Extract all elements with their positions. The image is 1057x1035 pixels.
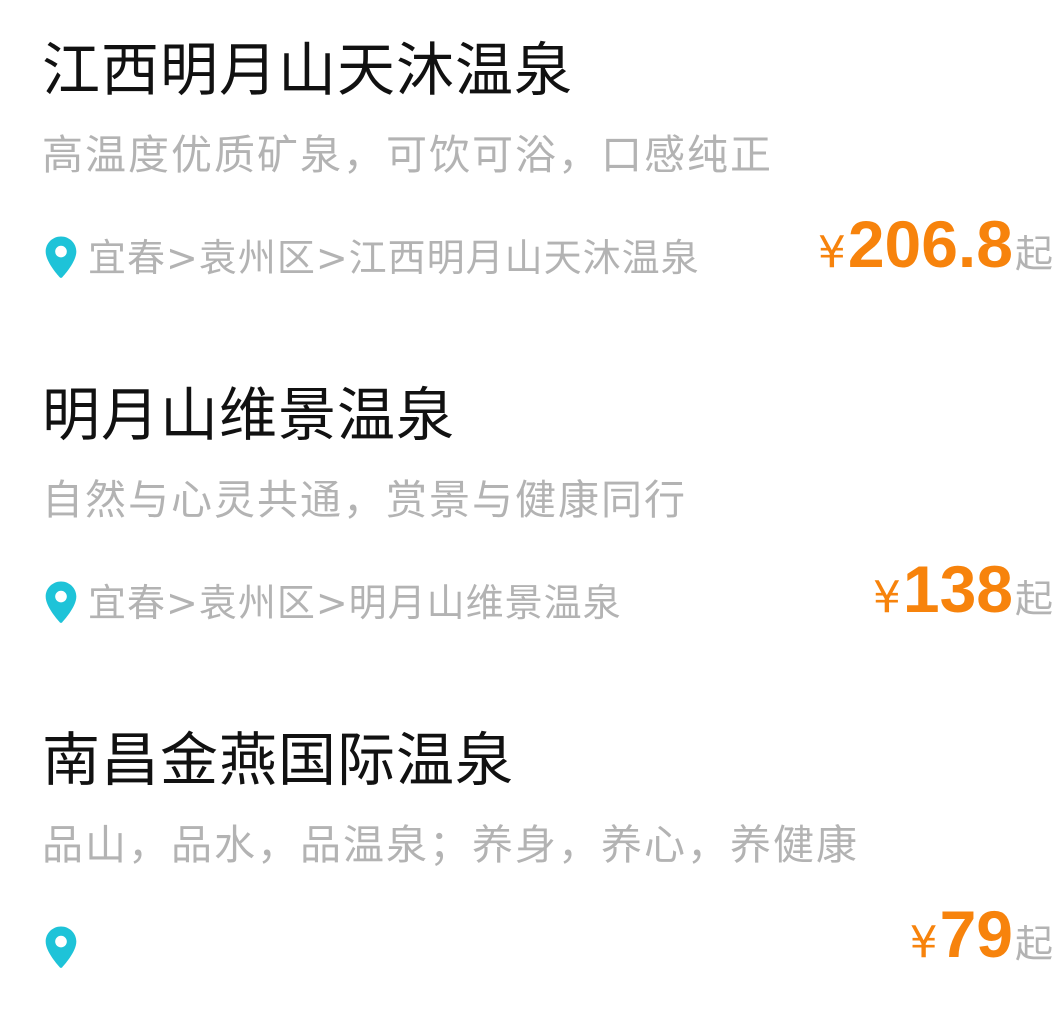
location-pin-icon — [45, 581, 77, 623]
location-row: 宜春>袁州区>江西明月山天沐温泉 — [42, 226, 700, 290]
price-suffix: 起 — [1014, 922, 1053, 966]
location-path: 宜春>袁州区>明月山维景温泉 — [88, 581, 622, 625]
list-item[interactable]: 南昌金燕国际温泉 品山，品水，品温泉；养身，养心，养健康 ¥ 79 起 — [0, 690, 1057, 1035]
price-value: 206.8 — [847, 207, 1013, 281]
location-pin-icon — [45, 926, 77, 968]
price-value: 79 — [939, 897, 1013, 971]
price-tag: ¥ 206.8 起 — [818, 206, 1053, 296]
item-title: 南昌金燕国际温泉 — [42, 726, 515, 794]
item-slogan: 品山，品水，品温泉；养身，养心，养健康 — [42, 821, 859, 869]
location-row — [42, 916, 88, 980]
item-slogan: 自然与心灵共通，赏景与健康同行 — [42, 476, 687, 524]
item-title: 明月山维景温泉 — [42, 381, 456, 449]
price-suffix: 起 — [1014, 232, 1053, 276]
currency-symbol: ¥ — [872, 572, 901, 623]
hot-spring-list: 江西明月山天沐温泉 高温度优质矿泉，可饮可浴，口感纯正 宜春>袁州区>江西明月山… — [0, 0, 1057, 971]
item-title: 江西明月山天沐温泉 — [42, 36, 574, 104]
currency-symbol: ¥ — [817, 227, 846, 278]
location-pin-icon — [45, 236, 77, 278]
price-value: 138 — [902, 552, 1013, 626]
price-tag: ¥ 138 起 — [873, 551, 1053, 641]
list-item[interactable]: 明月山维景温泉 自然与心灵共通，赏景与健康同行 宜春>袁州区>明月山维景温泉 ¥… — [0, 345, 1057, 690]
currency-symbol: ¥ — [909, 917, 938, 968]
list-item[interactable]: 江西明月山天沐温泉 高温度优质矿泉，可饮可浴，口感纯正 宜春>袁州区>江西明月山… — [0, 0, 1057, 345]
price-tag: ¥ 79 起 — [910, 896, 1053, 986]
location-row: 宜春>袁州区>明月山维景温泉 — [42, 571, 622, 635]
price-suffix: 起 — [1014, 577, 1053, 621]
item-slogan: 高温度优质矿泉，可饮可浴，口感纯正 — [42, 131, 773, 179]
location-path: 宜春>袁州区>江西明月山天沐温泉 — [88, 236, 700, 280]
